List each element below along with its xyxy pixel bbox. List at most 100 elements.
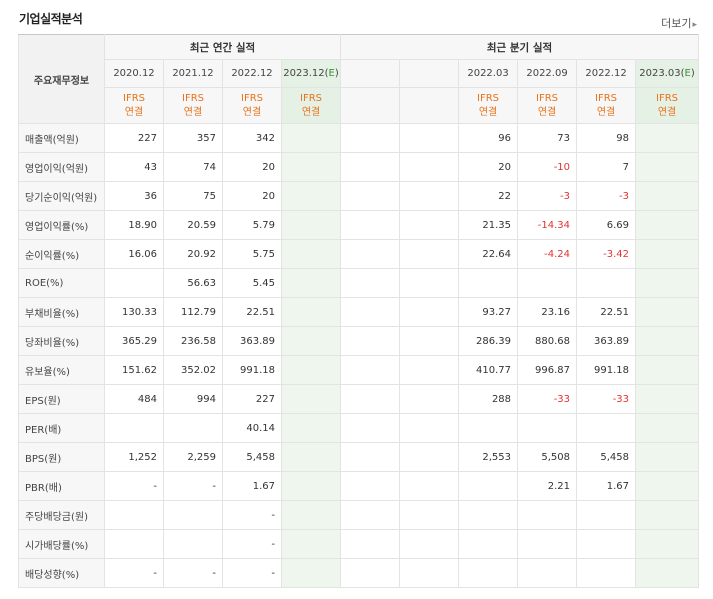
table-cell: 98: [576, 123, 637, 153]
header-row-periods: 2020.12 2021.12 2022.12 2023.12(E) 2022.03 20…: [19, 59, 700, 88]
table-cell: [576, 500, 637, 530]
table-cell: 996.87: [517, 355, 578, 385]
period-header: 2022.12: [576, 59, 637, 88]
row-label: 영업이익(억원): [18, 152, 105, 182]
table-cell: [458, 413, 519, 443]
table-cell: [104, 529, 164, 559]
table-cell: 357: [163, 123, 223, 153]
table-cell: 112.79: [163, 297, 223, 327]
table-cell: [458, 500, 519, 530]
table-row: 당기순이익(억원) 36 75 20 22 -3 -3: [18, 181, 700, 211]
ifrs-header: IFRS 연결: [163, 87, 223, 124]
table-cell: 74: [163, 152, 223, 182]
table-cell: 22: [458, 181, 519, 211]
table-cell: [280, 152, 342, 182]
table-cell: [399, 239, 460, 269]
consolidated-label: 연결: [657, 106, 677, 118]
table-cell: [635, 413, 700, 443]
table-cell: [399, 123, 460, 153]
table-cell: [280, 326, 342, 356]
table-cell: [399, 384, 460, 414]
table-cell: 20.92: [163, 239, 223, 269]
table-cell: [340, 471, 401, 501]
table-cell: [399, 210, 460, 240]
ifrs-header: [399, 87, 460, 124]
table-cell: [399, 413, 460, 443]
period-header: 2023.12(E): [280, 59, 342, 88]
table-cell: [280, 442, 342, 472]
table-cell: [635, 239, 700, 269]
table-cell: 22.51: [222, 297, 282, 327]
table-cell: [163, 413, 223, 443]
table-cell: [635, 123, 700, 153]
table-cell: [458, 268, 519, 298]
table-cell: [576, 529, 637, 559]
period-header: [399, 59, 460, 88]
table-cell: 20: [222, 181, 282, 211]
table-cell: [104, 268, 164, 298]
ifrs-header: IFRS 연결: [280, 87, 342, 124]
table-cell: [399, 152, 460, 182]
period-header: 2022.12: [222, 59, 282, 88]
row-label-header: 주요재무정보: [18, 34, 105, 124]
table-cell: -: [163, 558, 223, 588]
ifrs-header: IFRS 연결: [635, 87, 700, 124]
table-cell: 5.79: [222, 210, 282, 240]
table-cell: [635, 384, 700, 414]
table-cell: [635, 471, 700, 501]
table-cell: 880.68: [517, 326, 578, 356]
financial-table: 주요재무정보 최근 연간 실적 최근 분기 실적 2020.12 2021.12 2…: [18, 34, 700, 588]
table-cell: -33: [576, 384, 637, 414]
ifrs-label: IFRS: [536, 92, 559, 104]
table-row: 당좌비율(%) 365.29 236.58 363.89 286.39 880.68 363…: [18, 326, 700, 356]
table-cell: [280, 239, 342, 269]
estimate-mark: E: [328, 68, 335, 79]
estimate-mark: E: [684, 68, 691, 79]
table-cell: [635, 297, 700, 327]
table-cell: 93.27: [458, 297, 519, 327]
row-label: 순이익률(%): [18, 239, 105, 269]
table-cell: 43: [104, 152, 164, 182]
chevron-right-icon: ▸: [692, 20, 697, 30]
quarter-title: 최근 분기 실적: [340, 34, 700, 60]
table-cell: 73: [517, 123, 578, 153]
table-cell: 5,508: [517, 442, 578, 472]
row-label: 당좌비율(%): [18, 326, 105, 356]
row-label: 부채비율(%): [18, 297, 105, 327]
row-label: 유보율(%): [18, 355, 105, 385]
table-row: PBR(배) - -1.67 2.21 1.67: [18, 471, 700, 501]
table-cell: -4.24: [517, 239, 578, 269]
table-cell: [104, 413, 164, 443]
table-cell: [280, 297, 342, 327]
table-cell: [340, 297, 401, 327]
table-cell: [280, 529, 342, 559]
table-cell: [458, 558, 519, 588]
table-cell: -: [104, 558, 164, 588]
table-cell: [340, 181, 401, 211]
consolidated-label: 연결: [124, 106, 144, 118]
row-label: EPS(원): [18, 384, 105, 414]
table-cell: -: [222, 500, 282, 530]
table-cell: [517, 268, 578, 298]
ifrs-label: IFRS: [241, 92, 263, 104]
table-cell: [340, 355, 401, 385]
table-cell: -: [163, 471, 223, 501]
table-cell: [635, 152, 700, 182]
table-cell: 363.89: [222, 326, 282, 356]
table-cell: [517, 500, 578, 530]
table-cell: 56.63: [163, 268, 223, 298]
table-cell: [635, 355, 700, 385]
table-cell: 20.59: [163, 210, 223, 240]
table-row: 배당성향(%) - - -: [18, 558, 700, 588]
ifrs-label: IFRS: [123, 92, 145, 104]
table-cell: [340, 413, 401, 443]
table-cell: 286.39: [458, 326, 519, 356]
table-cell: [458, 529, 519, 559]
more-link[interactable]: 더보기▸: [661, 15, 697, 31]
table-cell: [340, 529, 401, 559]
table-cell: 5.45: [222, 268, 282, 298]
table-cell: [280, 558, 342, 588]
period-header: 2022.09: [517, 59, 578, 88]
table-cell: 484: [104, 384, 164, 414]
table-cell: [340, 558, 401, 588]
